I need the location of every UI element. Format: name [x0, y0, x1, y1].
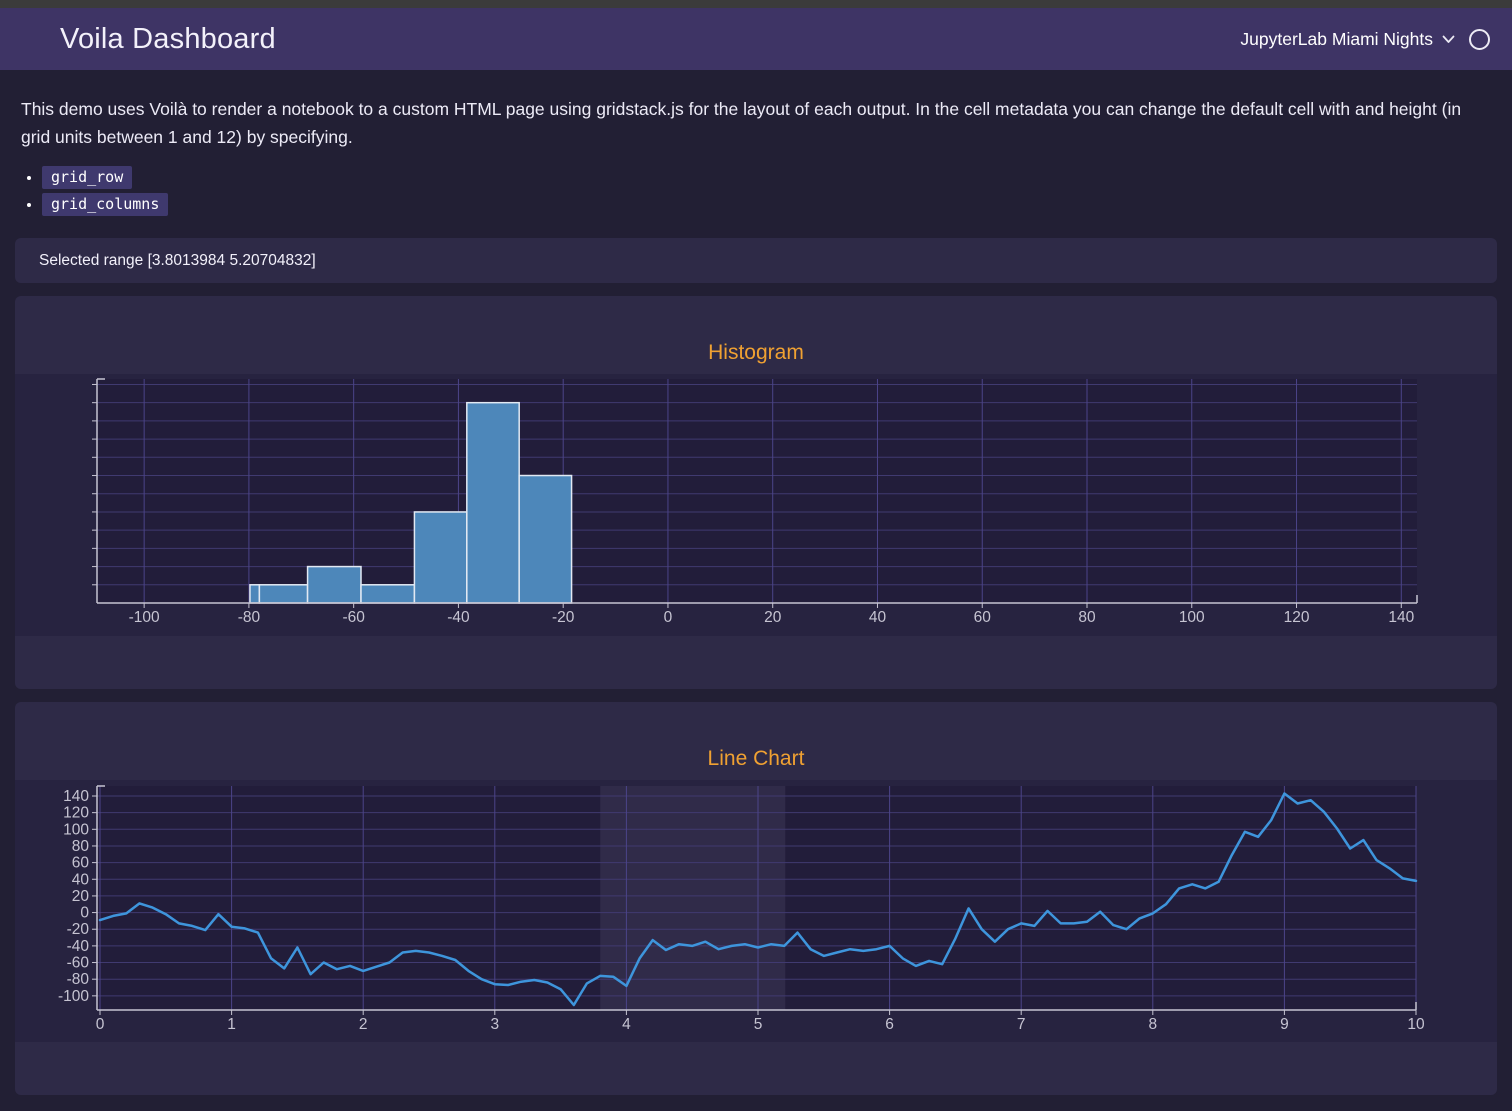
svg-text:120: 120 — [63, 805, 89, 822]
window-top-strip — [0, 0, 1512, 8]
histogram-bar — [519, 476, 571, 603]
svg-text:80: 80 — [72, 838, 90, 855]
line-chart-title: Line Chart — [15, 744, 1497, 774]
svg-text:80: 80 — [1078, 609, 1096, 626]
histogram-bar — [250, 585, 259, 603]
code-chip-grid-row: grid_row — [42, 166, 132, 189]
theme-selector-dropdown[interactable]: JupyterLab Miami Nights — [1240, 29, 1455, 50]
histogram-bar — [361, 585, 414, 603]
svg-text:140: 140 — [1388, 609, 1414, 626]
svg-text:5: 5 — [754, 1016, 763, 1033]
svg-text:120: 120 — [1284, 609, 1310, 626]
svg-text:100: 100 — [63, 821, 89, 838]
page-title: Voila Dashboard — [60, 23, 1240, 56]
svg-text:10: 10 — [1407, 1016, 1425, 1033]
histogram-chart: -100 -80 -60 -40 -20 0 20 40 60 80 100 120 140 — [15, 374, 1497, 636]
chevron-down-icon — [1442, 35, 1455, 44]
svg-text:20: 20 — [764, 609, 782, 626]
svg-text:-60: -60 — [67, 955, 90, 972]
histogram-title: Histogram — [15, 338, 1497, 368]
svg-text:2: 2 — [359, 1016, 368, 1033]
svg-text:-40: -40 — [447, 609, 470, 626]
intro-paragraph: This demo uses Voilà to render a noteboo… — [21, 95, 1489, 151]
svg-text:-60: -60 — [342, 609, 365, 626]
svg-text:0: 0 — [664, 609, 673, 626]
svg-text:-80: -80 — [67, 971, 90, 988]
svg-text:3: 3 — [490, 1016, 499, 1033]
svg-text:-80: -80 — [238, 609, 261, 626]
svg-text:4: 4 — [622, 1016, 631, 1033]
histogram-panel: Histogram -100 -80 -60 -40 -20 0 20 40 60 80 100 12… — [15, 296, 1497, 689]
svg-text:20: 20 — [72, 888, 90, 905]
line-chart-panel: Line Chart -100-80-60-40-200204060801001… — [15, 702, 1497, 1095]
plot-area — [97, 379, 1417, 603]
theme-selector-label: JupyterLab Miami Nights — [1240, 29, 1433, 50]
svg-text:40: 40 — [869, 609, 887, 626]
header-right: JupyterLab Miami Nights — [1240, 29, 1490, 50]
svg-text:100: 100 — [1179, 609, 1205, 626]
svg-text:1: 1 — [227, 1016, 236, 1033]
histogram-bar — [259, 585, 307, 603]
svg-text:-100: -100 — [58, 988, 89, 1005]
dashboard-body: This demo uses Voilà to render a noteboo… — [0, 95, 1512, 1095]
svg-text:-20: -20 — [67, 921, 90, 938]
code-chip-grid-columns: grid_columns — [42, 193, 168, 216]
svg-text:-100: -100 — [129, 609, 160, 626]
list-item: grid_row — [42, 168, 1512, 187]
svg-text:-40: -40 — [67, 938, 90, 955]
list-item: grid_columns — [42, 195, 1512, 214]
line-chart[interactable]: -100-80-60-40-20020406080100120140012345… — [15, 780, 1497, 1042]
svg-text:9: 9 — [1280, 1016, 1289, 1033]
header: Voila Dashboard JupyterLab Miami Nights — [0, 8, 1512, 70]
svg-text:60: 60 — [72, 855, 90, 872]
svg-text:-20: -20 — [552, 609, 575, 626]
svg-text:60: 60 — [974, 609, 992, 626]
svg-text:8: 8 — [1148, 1016, 1157, 1033]
svg-text:40: 40 — [72, 871, 90, 888]
histogram-bar — [467, 403, 519, 603]
svg-text:0: 0 — [80, 905, 89, 922]
svg-text:6: 6 — [885, 1016, 894, 1033]
svg-text:140: 140 — [63, 788, 89, 805]
histogram-bar — [414, 512, 466, 603]
svg-text:7: 7 — [1017, 1016, 1026, 1033]
selected-range-text: Selected range [3.8013984 5.20704832] — [39, 252, 316, 270]
intro-bullet-list: grid_row grid_columns — [0, 168, 1512, 214]
histogram-bar — [308, 567, 361, 603]
kernel-status-icon — [1469, 29, 1490, 50]
svg-text:0: 0 — [96, 1016, 105, 1033]
selected-range-output-panel: Selected range [3.8013984 5.20704832] — [15, 238, 1497, 283]
